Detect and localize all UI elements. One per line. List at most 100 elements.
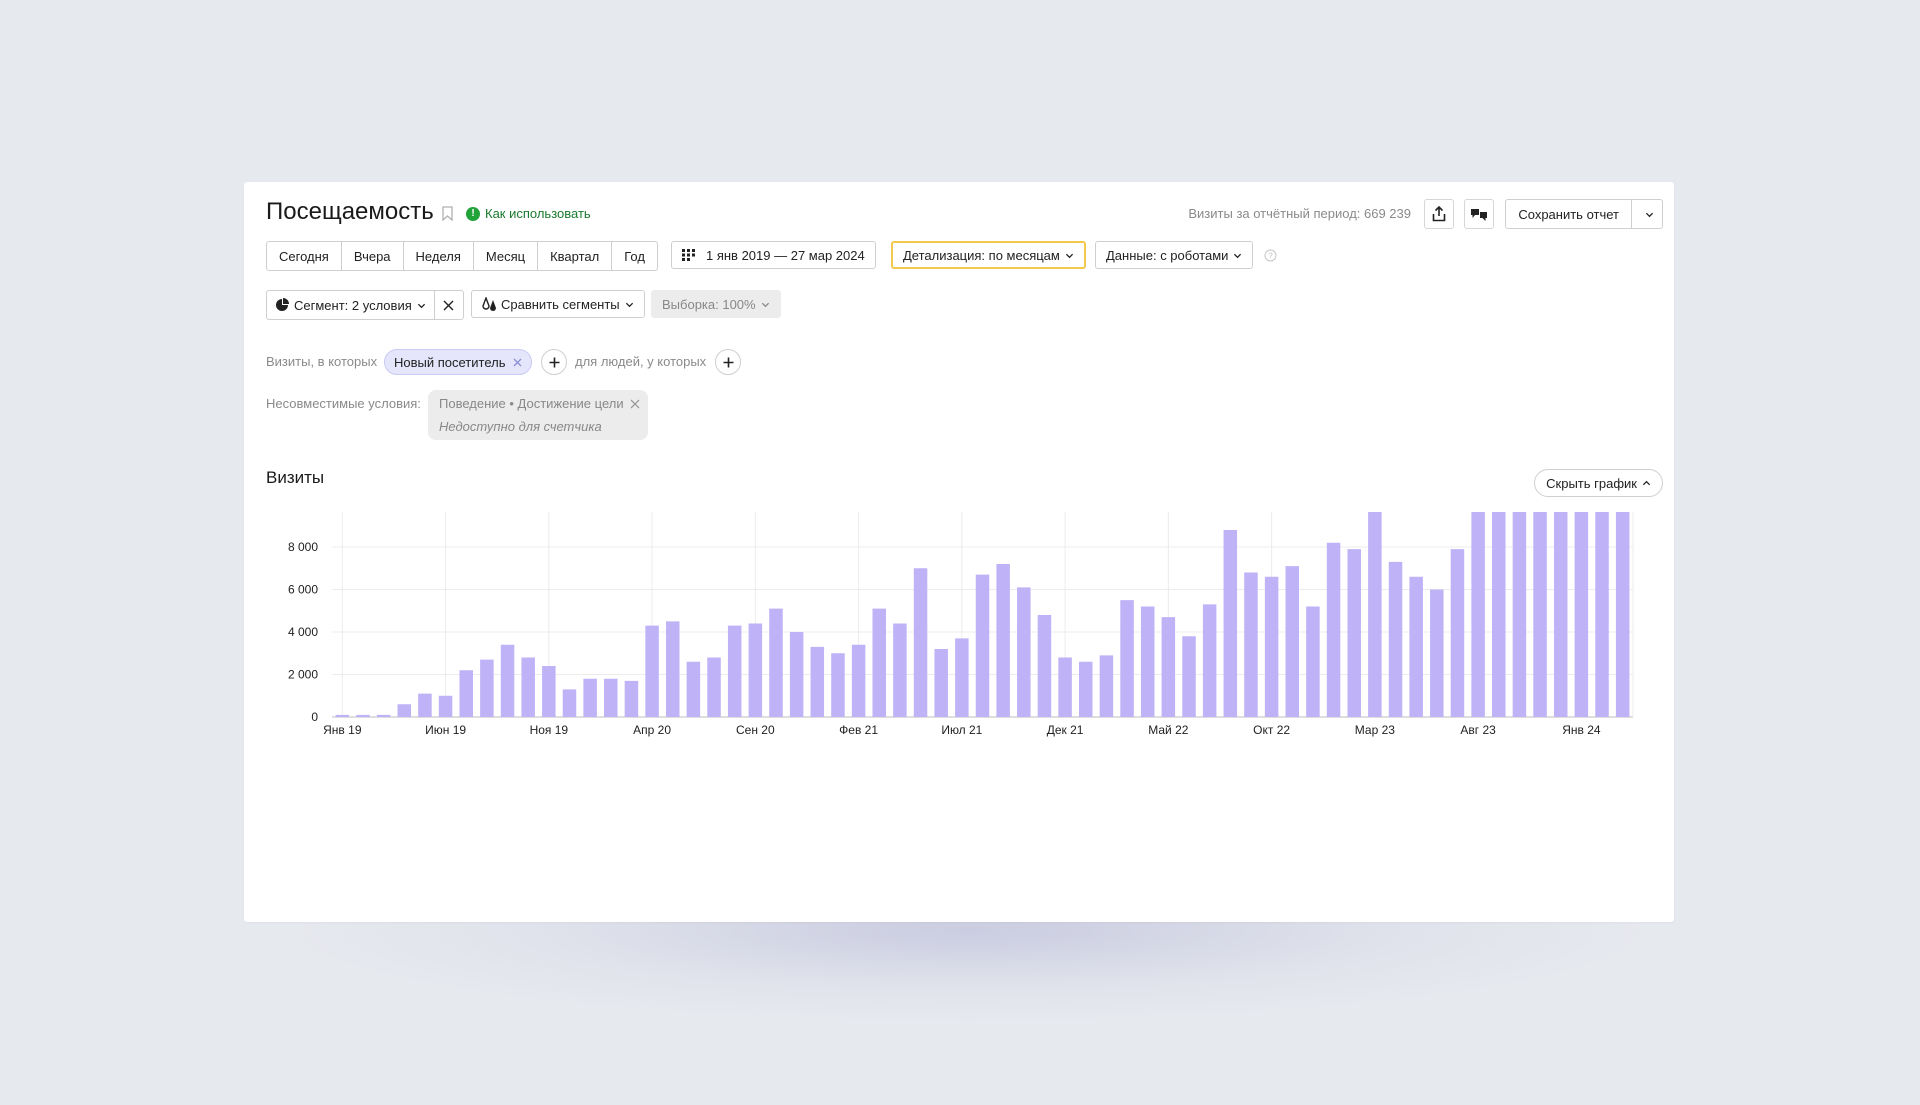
chart-bar xyxy=(1388,561,1403,717)
x-tick-label: Ноя 19 xyxy=(530,723,569,737)
hide-chart-button[interactable]: Скрыть график xyxy=(1534,469,1663,497)
chart-bar xyxy=(872,608,886,717)
chart-bar xyxy=(1368,512,1382,717)
chart-bar xyxy=(1512,512,1527,717)
chevron-down-icon xyxy=(417,303,425,308)
period-today[interactable]: Сегодня xyxy=(267,242,342,270)
svg-text:?: ? xyxy=(1268,252,1273,261)
save-report-button[interactable]: Сохранить отчет xyxy=(1506,200,1632,228)
y-tick-label: 8 000 xyxy=(288,540,318,554)
chart-bar xyxy=(1430,589,1444,717)
chevron-down-icon xyxy=(1645,212,1654,217)
chart-bar xyxy=(934,649,948,717)
visits-total: Визиты за отчётный период: 669 239 xyxy=(1188,206,1411,221)
chart-bar xyxy=(624,680,639,717)
help-icon[interactable]: ? xyxy=(1264,249,1277,262)
chart-bar xyxy=(1223,530,1238,717)
chart-bar xyxy=(1017,587,1031,717)
chart-bar xyxy=(480,659,494,717)
x-tick-label: Окт 22 xyxy=(1253,723,1290,737)
period-week[interactable]: Неделя xyxy=(404,242,474,270)
incompatible-note: Недоступно для счетчика xyxy=(439,419,602,434)
sample-dropdown[interactable]: Выборка: 100% xyxy=(651,290,781,318)
info-icon: ! xyxy=(466,206,480,221)
feedback-button[interactable] xyxy=(1464,199,1494,229)
condition-chip[interactable]: Новый посетитель xyxy=(384,349,532,375)
chart-bar xyxy=(1409,576,1423,717)
export-button[interactable] xyxy=(1424,199,1454,229)
chart-bar xyxy=(1264,576,1279,717)
people-condition-label: для людей, у которых xyxy=(575,354,707,369)
chart-bar xyxy=(1161,617,1176,717)
y-tick-label: 4 000 xyxy=(288,625,318,639)
chart-bar xyxy=(1492,512,1506,717)
compare-segments-button[interactable]: Сравнить сегменты xyxy=(471,290,645,318)
sample-label: Выборка: 100% xyxy=(662,296,756,312)
save-report-group: Сохранить отчет xyxy=(1505,199,1663,229)
chart-bar xyxy=(1120,600,1134,717)
chevron-up-icon xyxy=(1642,480,1651,485)
how-to-use-link[interactable]: ! Как использовать xyxy=(466,206,591,221)
chart-bar xyxy=(1347,549,1361,717)
detail-label: Детализация: по месяцам xyxy=(903,247,1060,263)
chart-bar xyxy=(1058,657,1072,717)
period-quarter[interactable]: Квартал xyxy=(538,242,613,270)
x-tick-label: Авг 23 xyxy=(1460,723,1496,737)
bookmark-icon[interactable] xyxy=(442,206,453,221)
chart-bar xyxy=(1202,604,1217,717)
x-tick-label: Янв 19 xyxy=(323,723,362,737)
chart-bar xyxy=(769,608,783,717)
chart-title: Визиты xyxy=(266,468,325,487)
close-icon[interactable] xyxy=(513,358,522,367)
chart-bar xyxy=(727,625,742,717)
chart-bar xyxy=(707,657,721,717)
date-range-label: 1 янв 2019 — 27 мар 2024 xyxy=(706,247,865,263)
detail-dropdown[interactable]: Детализация: по месяцам xyxy=(891,241,1086,269)
x-tick-label: Июн 19 xyxy=(425,723,466,737)
add-people-condition-button[interactable] xyxy=(715,349,741,375)
chart-bar xyxy=(1306,606,1320,717)
x-tick-label: Июл 21 xyxy=(941,723,982,737)
chart-bar xyxy=(604,678,618,717)
period-month[interactable]: Месяц xyxy=(474,242,539,270)
y-tick-label: 2 000 xyxy=(288,668,318,682)
chart-bar xyxy=(1471,512,1485,717)
chart-bar xyxy=(975,574,990,717)
segment-dropdown[interactable]: Сегмент: 2 условия xyxy=(267,291,435,319)
chart-bar xyxy=(1533,512,1547,717)
report-card: Посещаемость ! Как использовать Визиты з… xyxy=(244,182,1674,922)
save-options-button[interactable] xyxy=(1632,200,1662,228)
chevron-down-icon xyxy=(761,302,769,307)
period-year[interactable]: Год xyxy=(612,242,657,270)
data-label: Данные: с роботами xyxy=(1106,247,1229,263)
incompatible-condition: Поведение • Достижение цели Недоступно д… xyxy=(428,390,648,440)
chart-bar xyxy=(686,661,701,717)
add-visit-condition-button[interactable] xyxy=(541,349,567,375)
close-icon[interactable] xyxy=(630,399,640,409)
y-tick-label: 0 xyxy=(311,710,318,724)
chart-bar xyxy=(1326,542,1341,717)
incompatible-label: Несовместимые условия: xyxy=(266,396,421,411)
x-tick-label: Мар 23 xyxy=(1355,723,1395,737)
data-dropdown[interactable]: Данные: с роботами xyxy=(1095,241,1254,269)
plus-icon xyxy=(549,357,559,367)
feedback-icon xyxy=(1471,209,1487,221)
chart-bar xyxy=(459,670,473,717)
clear-segment-button[interactable] xyxy=(435,291,463,319)
calendar-icon xyxy=(682,249,695,261)
chart-bar xyxy=(1037,615,1052,717)
chart-bar xyxy=(893,623,907,717)
chart-bar xyxy=(500,644,515,717)
period-yesterday[interactable]: Вчера xyxy=(342,242,404,270)
chart-bar xyxy=(1140,606,1155,717)
chart-bar xyxy=(789,632,804,717)
chevron-down-icon xyxy=(1234,253,1242,258)
incompatible-item: Поведение • Достижение цели xyxy=(439,396,624,411)
date-range-button[interactable]: 1 янв 2019 — 27 мар 2024 xyxy=(671,241,876,269)
chart-bar xyxy=(831,653,845,717)
chart-bar xyxy=(521,657,535,717)
y-tick-label: 6 000 xyxy=(288,583,318,597)
chart-bar xyxy=(1244,572,1258,717)
chart-bar xyxy=(335,714,350,717)
chart-bar xyxy=(645,625,659,717)
